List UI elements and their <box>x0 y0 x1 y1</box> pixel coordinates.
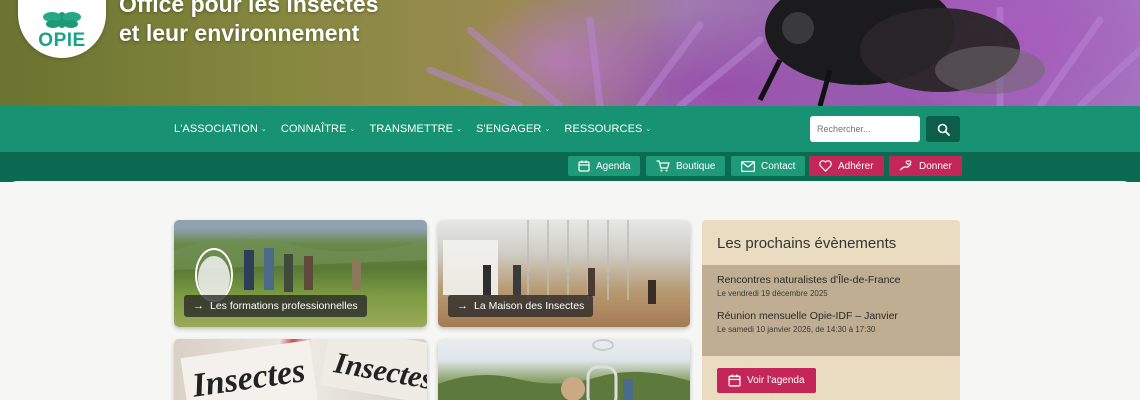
magazine-photo: Insectes Insectes <box>180 339 427 400</box>
event-name: Rencontres naturalistes d'Île-de-France <box>717 274 901 286</box>
calendar-icon <box>578 160 590 172</box>
chevron-down-icon: ⌄ <box>456 126 463 133</box>
nav-item-label: S'ENGAGER <box>476 123 542 135</box>
card-photo-nature[interactable] <box>438 339 690 400</box>
event-item[interactable]: Rencontres naturalistes d'Île-de-France … <box>717 274 901 298</box>
agenda-label: Agenda <box>596 160 631 172</box>
card-label-text: La Maison des Insectes <box>474 300 585 312</box>
card-label-text: Les formations professionnelles <box>210 300 358 312</box>
nav-item-transmettre[interactable]: TRANSMETTRE ⌄ <box>370 123 463 135</box>
cart-icon <box>656 160 670 172</box>
site-title: Office pour les insectes et leur environ… <box>119 0 378 48</box>
events-title: Les prochains évènements <box>717 235 897 252</box>
hand-heart-icon <box>899 160 912 171</box>
event-item[interactable]: Réunion mensuelle Opie-IDF – Janvier Le … <box>717 310 898 334</box>
donner-button[interactable]: Donner <box>889 156 962 176</box>
donner-label: Donner <box>919 160 952 172</box>
nav-item-ressources[interactable]: RESSOURCES ⌄ <box>564 123 651 135</box>
main-nav: L'ASSOCIATION ⌄ CONNAÎTRE ⌄ TRANSMETTRE ⌄ S… <box>0 106 1140 152</box>
chevron-down-icon: ⌄ <box>645 126 652 133</box>
adherer-button[interactable]: Adhérer <box>809 156 884 176</box>
boutique-label: Boutique <box>676 160 716 172</box>
chevron-down-icon: ⌄ <box>544 126 551 133</box>
search-input[interactable] <box>810 116 920 142</box>
hero-banner: OPIE Office pour les insectes et leur en… <box>0 0 1140 106</box>
heart-icon <box>819 160 832 172</box>
event-date: Le vendredi 19 décembre 2025 <box>717 289 828 298</box>
nav-item-sengager[interactable]: S'ENGAGER ⌄ <box>476 123 550 135</box>
event-name: Réunion mensuelle Opie-IDF – Janvier <box>717 310 898 322</box>
site-title-line2: et leur environnement <box>119 20 360 46</box>
chevron-down-icon: ⌄ <box>349 126 356 133</box>
insect-logo-icon <box>43 12 81 28</box>
arrow-right-icon: → <box>193 300 204 312</box>
boutique-button[interactable]: Boutique <box>646 156 726 176</box>
search-button[interactable] <box>926 116 960 142</box>
contact-button[interactable]: Contact <box>731 156 806 176</box>
events-list: Rencontres naturalistes d'Île-de-France … <box>702 265 960 356</box>
logo-text: OPIE <box>38 30 86 51</box>
agenda-button[interactable]: Agenda <box>568 156 641 176</box>
adherer-label: Adhérer <box>838 160 874 172</box>
nav-item-label: CONNAÎTRE <box>280 123 347 135</box>
contact-label: Contact <box>761 160 796 172</box>
card-maison-insectes[interactable]: → La Maison des Insectes <box>438 220 690 327</box>
calendar-icon <box>728 374 741 387</box>
nav-item-label: RESSOURCES <box>564 123 643 135</box>
card-label: → La Maison des Insectes <box>448 295 594 317</box>
arrow-right-icon: → <box>457 300 468 312</box>
card-photo <box>438 339 690 400</box>
nav-item-label: TRANSMETTRE <box>369 123 454 135</box>
voir-agenda-button[interactable]: Voir l'agenda <box>717 368 816 393</box>
nav-item-association[interactable]: L'ASSOCIATION ⌄ <box>174 123 267 135</box>
nav-item-label: L'ASSOCIATION <box>174 123 258 135</box>
events-panel: Les prochains évènements Rencontres natu… <box>702 220 960 400</box>
voir-agenda-label: Voir l'agenda <box>747 375 805 386</box>
event-date: Le samedi 10 janvier 2026, de 14:30 à 17… <box>717 325 876 334</box>
card-formations[interactable]: → Les formations professionnelles <box>174 220 427 327</box>
mail-icon <box>741 160 755 172</box>
card-label: → Les formations professionnelles <box>184 295 367 317</box>
site-title-line1: Office pour les insectes <box>119 0 379 17</box>
search-icon <box>937 123 950 136</box>
chevron-down-icon: ⌄ <box>260 126 267 133</box>
nav-item-connaitre[interactable]: CONNAÎTRE ⌄ <box>281 123 356 135</box>
card-revue-insectes[interactable]: Insectes Insectes <box>174 339 427 400</box>
